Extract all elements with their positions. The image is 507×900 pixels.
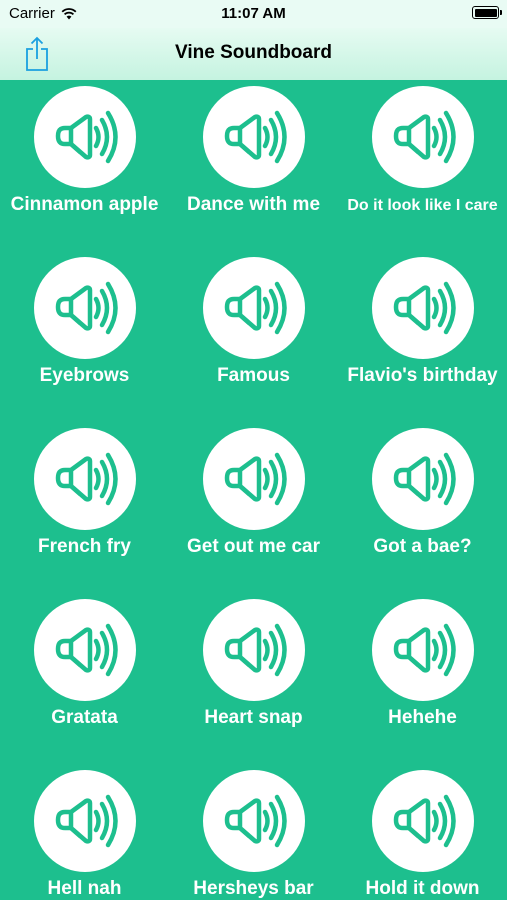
speaker-circle[interactable] [372, 257, 474, 359]
sound-button[interactable]: Dance with me [169, 80, 338, 251]
sound-label: Flavio's birthday [347, 365, 498, 386]
sound-label: Famous [217, 365, 290, 386]
sound-label: Hell nah [47, 878, 122, 899]
speaker-circle[interactable] [203, 770, 305, 872]
sound-button[interactable]: Famous [169, 251, 338, 422]
sound-button[interactable]: Hell nah [0, 764, 169, 900]
sound-label: Gratata [51, 707, 118, 728]
speaker-icon [55, 794, 118, 848]
speaker-circle[interactable] [372, 428, 474, 530]
sound-label: Eyebrows [39, 365, 130, 386]
sound-label: Hersheys bar [193, 878, 314, 899]
speaker-icon [224, 794, 287, 848]
sound-button[interactable]: Flavio's birthday [338, 251, 507, 422]
speaker-circle[interactable] [203, 428, 305, 530]
speaker-icon [393, 794, 456, 848]
speaker-icon [55, 623, 118, 677]
speaker-icon [224, 452, 287, 506]
sound-label: Got a bae? [373, 536, 472, 557]
sound-label: Dance with me [186, 194, 321, 215]
speaker-icon [393, 110, 456, 164]
sound-button[interactable]: Hold it down [338, 764, 507, 900]
speaker-icon [55, 110, 118, 164]
speaker-icon [224, 623, 287, 677]
speaker-circle[interactable] [203, 86, 305, 188]
navigation-bar: Vine Soundboard [0, 28, 507, 80]
speaker-circle[interactable] [203, 257, 305, 359]
sound-grid: Cinnamon apple Dance with me Do it look li… [0, 80, 507, 900]
speaker-circle[interactable] [34, 770, 136, 872]
speaker-circle[interactable] [203, 599, 305, 701]
speaker-icon [393, 623, 456, 677]
sound-button[interactable]: Gratata [0, 593, 169, 764]
sound-button[interactable]: Heart snap [169, 593, 338, 764]
speaker-circle[interactable] [34, 257, 136, 359]
battery-icon [472, 6, 502, 19]
status-time: 11:07 AM [221, 5, 286, 22]
speaker-circle[interactable] [34, 86, 136, 188]
sound-button[interactable]: Hersheys bar [169, 764, 338, 900]
speaker-circle[interactable] [372, 770, 474, 872]
sound-button[interactable]: French fry [0, 422, 169, 593]
speaker-circle[interactable] [34, 599, 136, 701]
speaker-icon [224, 110, 287, 164]
sound-button[interactable]: Cinnamon apple [0, 80, 169, 251]
sound-label: Cinnamon apple [10, 194, 159, 215]
sound-label: Heart snap [204, 707, 303, 728]
speaker-circle[interactable] [34, 428, 136, 530]
speaker-circle[interactable] [372, 599, 474, 701]
speaker-icon [224, 281, 287, 335]
sound-button[interactable]: Do it look like I care [338, 80, 507, 251]
sound-button[interactable]: Eyebrows [0, 251, 169, 422]
sound-label: French fry [38, 536, 131, 557]
sound-button[interactable]: Get out me car [169, 422, 338, 593]
speaker-icon [55, 452, 118, 506]
sound-button[interactable]: Hehehe [338, 593, 507, 764]
sound-button[interactable]: Got a bae? [338, 422, 507, 593]
speaker-icon [393, 281, 456, 335]
sound-label: Hold it down [365, 878, 480, 899]
sound-label: Get out me car [186, 536, 321, 557]
sound-label: Do it look like I care [347, 197, 498, 214]
speaker-icon [393, 452, 456, 506]
sound-label: Hehehe [388, 707, 457, 728]
battery-indicator [472, 6, 502, 19]
speaker-circle[interactable] [372, 86, 474, 188]
status-bar: Carrier 11:07 AM [0, 0, 507, 28]
page-title: Vine Soundboard [175, 42, 332, 63]
speaker-icon [55, 281, 118, 335]
